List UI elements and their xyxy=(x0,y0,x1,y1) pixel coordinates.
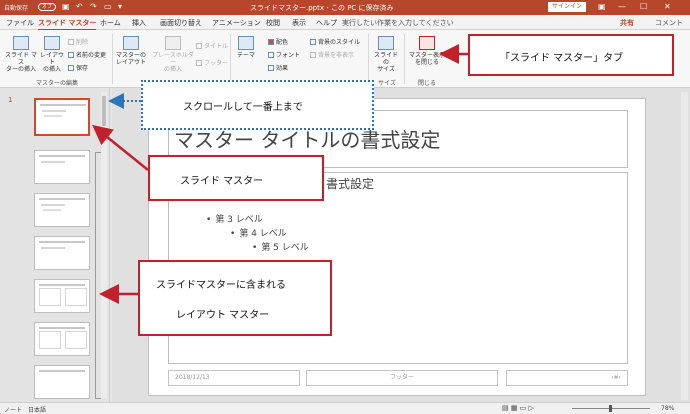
date-placeholder[interactable]: 2018/12/13 xyxy=(168,370,300,386)
tab-animations[interactable]: アニメーション xyxy=(212,18,261,28)
preserve-button[interactable]: 保存 xyxy=(68,63,88,72)
thumbnail-layout[interactable] xyxy=(34,236,90,270)
placeholder-icon xyxy=(165,36,181,50)
autosave-toggle[interactable]: オフ xyxy=(38,3,56,11)
thumbnail-scroll-thumb[interactable] xyxy=(102,96,106,126)
undo-icon[interactable]: ↶ xyxy=(76,2,83,11)
themes-button[interactable]: テーマ xyxy=(234,36,258,59)
effects-button[interactable]: 効果 xyxy=(268,63,288,72)
tab-view[interactable]: 表示 xyxy=(292,18,306,28)
body-level4: • 第 4 レベル xyxy=(230,229,287,239)
ribbon-options-icon[interactable]: ▣ xyxy=(598,2,606,11)
ribbon-tabs: ファイル スライド マスター ホーム 挿入 画面切り替え アニメーション 校閲 … xyxy=(0,15,690,31)
group-separator xyxy=(230,34,231,84)
insert-placeholder-button[interactable]: プレースホルダー の挿入 xyxy=(152,36,194,73)
group-label-size: サイズ xyxy=(378,80,396,87)
close-master-view-button[interactable]: マスター表示 を閉じる xyxy=(408,36,446,66)
customize-qat-icon[interactable]: ▾ xyxy=(118,2,122,11)
footer-placeholder[interactable]: フッター xyxy=(306,370,498,386)
zoom-knob[interactable] xyxy=(609,405,613,412)
body-level3: • 第 3 レベル xyxy=(206,215,263,225)
fonts-button[interactable]: フォント xyxy=(268,50,300,59)
document-title: スライドマスター.pptx - この PC に保存済み xyxy=(250,4,394,12)
share-button[interactable]: 共有 xyxy=(620,18,634,28)
callout-slide-master-tab: 「スライド マスター」タブ xyxy=(468,34,674,76)
zoom-slider[interactable] xyxy=(566,405,656,412)
master-layout-icon xyxy=(123,36,139,50)
thumbnail-slide-master[interactable] xyxy=(34,98,90,136)
slide-master-icon xyxy=(13,36,29,50)
body-level1-text: 書式設定 xyxy=(326,177,375,191)
tab-transitions[interactable]: 画面切り替え xyxy=(160,18,202,28)
insert-slide-master-button[interactable]: スライド マス ターの挿入 xyxy=(4,36,38,73)
layout-icon xyxy=(44,36,60,50)
view-buttons[interactable]: ▤ ▦ ▭ ▷ xyxy=(502,404,534,412)
tab-review[interactable]: 校閲 xyxy=(266,18,280,28)
rename-button[interactable]: 名前の変更 xyxy=(68,50,106,59)
language-indicator: 日本語 xyxy=(28,407,47,414)
colors-button[interactable]: 配色 xyxy=(268,37,288,46)
group-label-edit-master: マスターの編集 xyxy=(36,80,79,87)
group-label-close: 閉じる xyxy=(418,80,437,87)
thumbnail-layout[interactable] xyxy=(34,193,90,227)
tab-insert[interactable]: 挿入 xyxy=(132,18,146,28)
callout-scroll-top: スクロールして一番上まで xyxy=(141,80,374,130)
layout-bracket xyxy=(95,152,96,398)
title-checkbox[interactable]: タイトル xyxy=(196,41,228,50)
signin-button[interactable]: サインイン xyxy=(548,2,586,12)
tab-home[interactable]: ホーム xyxy=(100,18,121,28)
redo-icon[interactable]: ↷ xyxy=(90,2,97,11)
close-master-icon xyxy=(419,36,435,50)
insert-layout-button[interactable]: レイアウト の挿入 xyxy=(38,36,66,73)
thumbnail-layout[interactable] xyxy=(34,322,90,356)
save-icon[interactable]: ▣ xyxy=(62,2,70,11)
zoom-level[interactable]: 78% xyxy=(661,405,674,412)
callout-layout-masters: スライドマスターに含まれる レイアウト マスター xyxy=(138,260,332,336)
comments-button[interactable]: コメント xyxy=(655,18,683,28)
presentation-icon[interactable]: ▭ xyxy=(104,2,112,11)
notes-toggle[interactable]: ノート xyxy=(4,405,22,414)
autosave-label: 自動保存 xyxy=(4,5,29,12)
slide-number-placeholder[interactable]: ‹#› xyxy=(506,370,628,386)
group-separator xyxy=(112,34,113,84)
group-separator xyxy=(368,34,369,84)
tab-file[interactable]: ファイル xyxy=(6,18,34,28)
tell-me-input[interactable]: 実行したい作業を入力してください xyxy=(342,18,454,28)
canvas-scrollbar[interactable] xyxy=(681,92,688,400)
slide-size-button[interactable]: スライドの サイズ xyxy=(372,36,400,73)
delete-button[interactable]: 削除 xyxy=(68,37,88,46)
title-bar: 自動保存 オフ ▣ ↶ ↷ ▭ ▾ スライドマスター.pptx - この PC … xyxy=(0,0,690,15)
maximize-icon[interactable]: ☐ xyxy=(640,2,647,11)
hide-background-checkbox[interactable]: 背景を非表示 xyxy=(310,50,354,59)
thumbnail-scrollbar[interactable] xyxy=(101,92,107,398)
minimize-icon[interactable]: — xyxy=(618,2,626,11)
close-window-icon[interactable]: ✕ xyxy=(664,2,671,11)
tab-help[interactable]: ヘルプ xyxy=(316,18,337,28)
callout-slide-master: スライド マスター xyxy=(148,155,324,201)
master-layout-button[interactable]: マスターの レイアウト xyxy=(116,36,146,66)
thumbnail-layout[interactable] xyxy=(34,365,90,399)
background-styles-button[interactable]: 背景のスタイル xyxy=(310,37,360,46)
footer-checkbox[interactable]: フッター xyxy=(196,58,228,67)
group-separator xyxy=(404,34,405,84)
slide-number: 1 xyxy=(8,96,13,104)
status-bar: ノート 日本語 ▤ ▦ ▭ ▷ 78% xyxy=(0,402,690,414)
themes-icon xyxy=(238,36,254,50)
slide-size-icon xyxy=(378,36,394,50)
thumbnail-layout[interactable] xyxy=(34,150,90,184)
thumbnail-layout[interactable] xyxy=(34,279,90,313)
body-level5: • 第 5 レベル xyxy=(252,243,309,253)
